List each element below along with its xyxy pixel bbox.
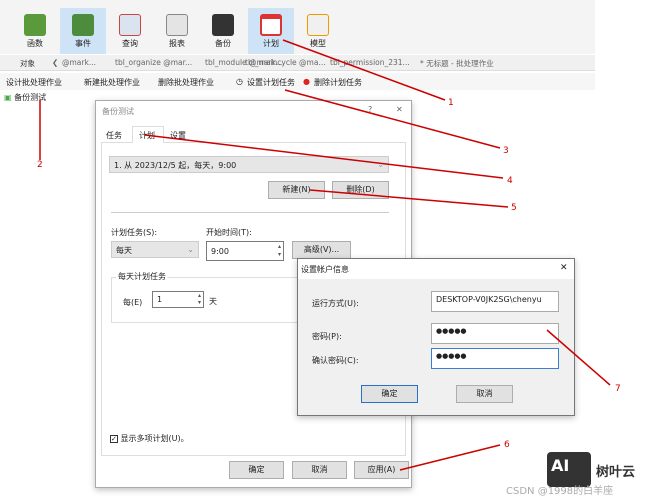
annotation-5: 5 (511, 203, 517, 213)
annotation-line-3 (284, 89, 501, 149)
annotation-line-7 (546, 329, 611, 386)
annotation-6: 6 (504, 440, 510, 450)
annotation-3: 3 (503, 146, 509, 156)
annotation-line-1 (282, 39, 446, 101)
watermark-csdn: CSDN @1998的白羊座 (506, 486, 614, 497)
annotation-line-6 (399, 444, 501, 471)
annotation-7: 7 (615, 384, 621, 394)
annotation-4: 4 (507, 176, 513, 186)
logo-text: AI (551, 456, 570, 475)
annotation-1: 1 (448, 98, 454, 108)
annotation-lines (39, 39, 611, 471)
annotation-2: 2 (37, 160, 43, 170)
watermark-brand: 树叶云 (596, 465, 636, 480)
annotation-line-4 (144, 134, 504, 179)
annotation-line-5 (309, 189, 509, 208)
